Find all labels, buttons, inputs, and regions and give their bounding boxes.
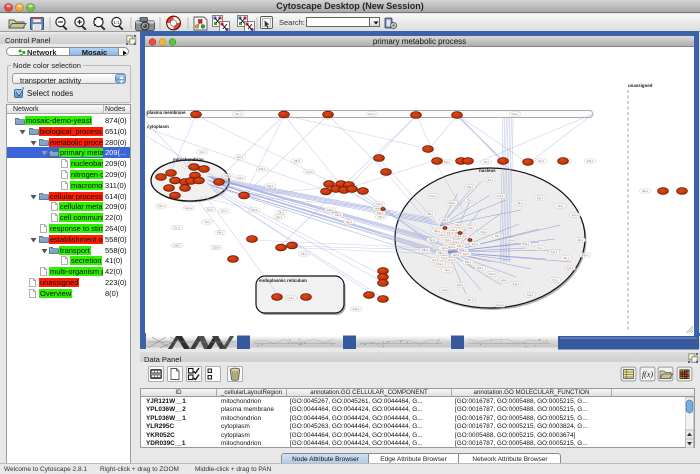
svg-text:Tpi-1: Tpi-1: [537, 246, 543, 250]
svg-text:Gcr-1: Gcr-1: [538, 159, 545, 163]
svg-text:Glk-1: Glk-1: [563, 256, 570, 260]
svg-text:Tdh-3: Tdh-3: [235, 112, 242, 116]
svg-text:Yal-2: Yal-2: [444, 268, 450, 272]
svg-text:Glk-1: Glk-1: [642, 189, 649, 193]
svg-text:Pfk-2: Pfk-2: [465, 260, 472, 264]
svg-text:Adh-1: Adh-1: [327, 208, 334, 212]
svg-text:Eno-2: Eno-2: [430, 194, 437, 198]
svg-text:Cdc-9: Cdc-9: [376, 202, 383, 206]
svg-text:Gcr-1: Gcr-1: [432, 258, 439, 262]
svg-text:Hxk-1: Hxk-1: [237, 176, 244, 180]
svg-text:Pfk-2: Pfk-2: [217, 231, 224, 235]
svg-text:plasma membrane: plasma membrane: [147, 110, 186, 115]
svg-text:Cdc-9: Cdc-9: [455, 223, 462, 227]
svg-text:Pgk-1: Pgk-1: [445, 238, 452, 242]
svg-text:Gcr-1: Gcr-1: [472, 242, 479, 246]
svg-text:Pgk-1: Pgk-1: [377, 211, 384, 215]
svg-text:Glk-1: Glk-1: [577, 238, 584, 242]
svg-text:Tpi-1: Tpi-1: [467, 198, 473, 202]
svg-text:Eno-2: Eno-2: [449, 258, 456, 262]
svg-text:Cdc-9: Cdc-9: [442, 288, 449, 292]
svg-text:Adh-1: Adh-1: [477, 266, 484, 270]
svg-text:Pgk-1: Pgk-1: [267, 184, 274, 188]
svg-text:Tdh-3: Tdh-3: [457, 244, 464, 248]
svg-text:cytoplasm: cytoplasm: [147, 124, 169, 129]
svg-text:Hxk-1: Hxk-1: [288, 296, 295, 300]
svg-text:Cdc-9: Cdc-9: [489, 272, 496, 276]
svg-text:Eno-2: Eno-2: [509, 238, 516, 242]
svg-text:Fba-1: Fba-1: [437, 262, 444, 266]
svg-text:Glk-1: Glk-1: [517, 201, 524, 205]
svg-text:Pgi-1: Pgi-1: [444, 160, 451, 164]
svg-text:Eno-2: Eno-2: [186, 206, 193, 210]
svg-text:Yal-2: Yal-2: [557, 204, 563, 208]
svg-text:Pyk-2: Pyk-2: [251, 208, 258, 212]
svg-text:Pfk-2: Pfk-2: [422, 248, 429, 252]
svg-text:Yal-2: Yal-2: [483, 160, 489, 164]
svg-text:Pgk-1: Pgk-1: [513, 282, 520, 286]
svg-text:Eno-2: Eno-2: [497, 303, 504, 307]
svg-text:Glk-1: Glk-1: [434, 229, 441, 233]
svg-text:Glk-1: Glk-1: [278, 211, 285, 215]
svg-text:Fba-1: Fba-1: [449, 201, 456, 205]
svg-text:Pgi-1: Pgi-1: [537, 196, 544, 200]
svg-text:Yal-2: Yal-2: [199, 150, 205, 154]
svg-text:Adh-1: Adh-1: [174, 244, 181, 248]
svg-text:Fba-1: Fba-1: [527, 293, 534, 297]
svg-text:Pgk-1: Pgk-1: [353, 307, 360, 311]
svg-text:mitochondrion: mitochondrion: [173, 157, 204, 162]
svg-text:Fba-1: Fba-1: [207, 208, 214, 212]
svg-text:Pgk-1: Pgk-1: [481, 230, 488, 234]
svg-text:Tpi-1: Tpi-1: [221, 209, 227, 213]
svg-text:Pgi-1: Pgi-1: [276, 215, 283, 219]
svg-text:f(x): f(x): [642, 370, 653, 379]
svg-text:Yal-2: Yal-2: [204, 220, 210, 224]
svg-text:Pyk-2: Pyk-2: [453, 240, 460, 244]
svg-text:Adh-1: Adh-1: [587, 159, 594, 163]
svg-text:Tdh-3: Tdh-3: [378, 215, 385, 219]
svg-text:Pgk-1: Pgk-1: [467, 185, 474, 189]
svg-text:Hxk-1: Hxk-1: [451, 228, 458, 232]
svg-text:Tdh-3: Tdh-3: [438, 251, 445, 255]
svg-text:Gcr-1: Gcr-1: [453, 253, 460, 257]
svg-text:Tpi-1: Tpi-1: [463, 252, 469, 256]
svg-text:Cdc-9: Cdc-9: [213, 246, 220, 250]
svg-text:Pgi-1: Pgi-1: [346, 220, 353, 224]
svg-text:Cdc-9: Cdc-9: [306, 170, 313, 174]
svg-text:Pyk-2: Pyk-2: [225, 174, 232, 178]
svg-text:Fba-1: Fba-1: [523, 242, 530, 246]
svg-text:Adh-1: Adh-1: [259, 167, 266, 171]
svg-text:Pyk-2: Pyk-2: [567, 266, 574, 270]
svg-text:Gcr-1: Gcr-1: [572, 213, 579, 217]
svg-text:Pyk-2: Pyk-2: [497, 194, 504, 198]
svg-text:Pyk-2: Pyk-2: [551, 250, 558, 254]
svg-text:unassigned: unassigned: [628, 83, 653, 88]
svg-text:Tdh-3: Tdh-3: [495, 234, 502, 238]
svg-text:endoplasmic reticulum: endoplasmic reticulum: [259, 278, 307, 283]
svg-text:Tdh-3: Tdh-3: [467, 298, 474, 302]
svg-text:Tpi-1: Tpi-1: [552, 278, 558, 282]
svg-text:Fba-1: Fba-1: [460, 248, 467, 252]
svg-text:Pgi-1: Pgi-1: [582, 253, 589, 257]
svg-text:Hxk-1: Hxk-1: [468, 226, 475, 230]
svg-text:nucleus: nucleus: [479, 168, 496, 173]
svg-text:Fba-1: Fba-1: [512, 112, 519, 116]
svg-text:Adh-1: Adh-1: [457, 283, 464, 287]
svg-text:Pfk-2: Pfk-2: [427, 212, 434, 216]
svg-text:Glk-1: Glk-1: [335, 213, 342, 217]
svg-text:Hxk-1: Hxk-1: [487, 178, 494, 182]
svg-text:Cdc-9: Cdc-9: [439, 233, 446, 237]
svg-text:Adh-1: Adh-1: [442, 218, 449, 222]
svg-text:1:1: 1:1: [113, 20, 120, 25]
svg-text:Gcr-1: Gcr-1: [237, 155, 244, 159]
svg-text:Hxk-1: Hxk-1: [501, 278, 508, 282]
svg-text:Tdh-3: Tdh-3: [158, 204, 165, 208]
svg-text:Pgi-1: Pgi-1: [429, 238, 436, 242]
svg-text:Pfk-2: Pfk-2: [301, 252, 308, 256]
svg-text:Pfk-2: Pfk-2: [294, 159, 301, 163]
svg-text:Gcr-1: Gcr-1: [174, 226, 181, 230]
svg-text:Eno-2: Eno-2: [369, 112, 376, 116]
